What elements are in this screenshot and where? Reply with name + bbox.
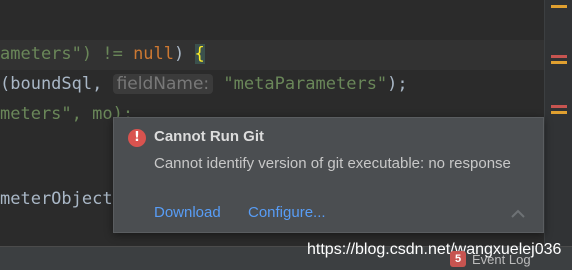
code-line-2[interactable]: (boundSql, fieldName: "metaParameters"); bbox=[0, 72, 408, 96]
error-stripe[interactable] bbox=[544, 0, 572, 246]
event-log-button[interactable]: 5 Event Log bbox=[450, 250, 531, 268]
notification-message: Cannot identify version of git executabl… bbox=[154, 155, 511, 172]
code-brace-match: { bbox=[194, 44, 205, 64]
parameter-hint: fieldName: bbox=[112, 74, 214, 94]
event-log-badge: 5 bbox=[450, 251, 466, 267]
code-text: ); bbox=[387, 74, 408, 94]
code-line-4[interactable]: meterObject bbox=[0, 187, 113, 211]
warning-mark[interactable] bbox=[551, 5, 567, 8]
code-text: meterObject bbox=[0, 189, 113, 209]
code-keyword: null bbox=[133, 44, 175, 64]
code-string: "metaParameters" bbox=[223, 74, 388, 94]
error-mark[interactable] bbox=[551, 105, 567, 108]
error-mark[interactable] bbox=[551, 55, 567, 58]
warning-mark[interactable] bbox=[551, 111, 567, 114]
code-line-1[interactable]: ameters") != null) { bbox=[0, 42, 205, 66]
warning-mark[interactable] bbox=[551, 61, 567, 64]
code-string: ameters") != bbox=[0, 44, 134, 64]
configure-link[interactable]: Configure... bbox=[248, 204, 326, 221]
error-icon: ! bbox=[128, 129, 146, 147]
event-log-label: Event Log bbox=[472, 251, 531, 267]
code-text: (boundSql, bbox=[0, 74, 113, 94]
notification-balloon[interactable]: ! Cannot Run Git Cannot identify version… bbox=[113, 117, 544, 233]
notification-title: Cannot Run Git bbox=[154, 128, 264, 145]
chevron-up-icon[interactable] bbox=[510, 208, 526, 220]
code-text: ) bbox=[174, 44, 195, 64]
download-link[interactable]: Download bbox=[154, 204, 221, 221]
